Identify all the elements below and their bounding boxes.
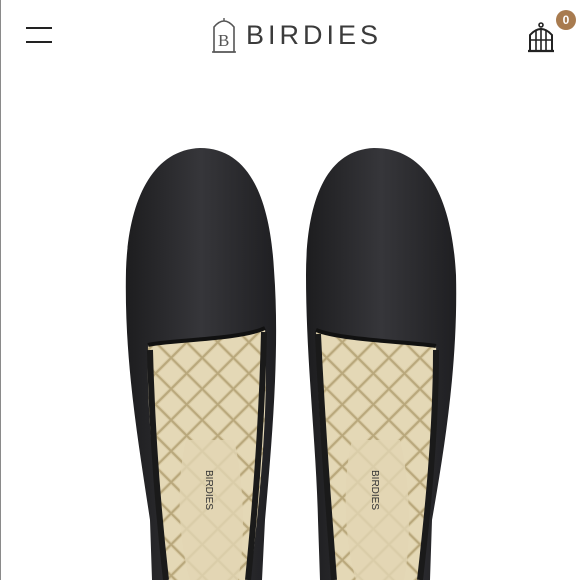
cart-button[interactable]: 0 [526,10,576,56]
velvet-loafers-photo: BIRDIES BIRDIES [125,148,457,581]
left-loafer: BIRDIES [125,148,277,581]
birdcage-logo-icon: B [212,18,236,53]
menu-button[interactable] [22,22,56,48]
birdcage-cart-icon [528,22,554,53]
left-insole-brand: BIRDIES [203,470,214,510]
right-loafer: BIRDIES [306,148,457,581]
brand-logo[interactable]: B BIRDIES [210,16,382,54]
site-header: B BIRDIES 0 [0,0,580,72]
right-insole-brand: BIRDIES [369,470,380,510]
cart-count-badge: 0 [556,10,576,30]
brand-name: BIRDIES [246,19,383,50]
product-image[interactable]: BIRDIES BIRDIES [0,72,580,581]
svg-text:B: B [218,31,229,50]
